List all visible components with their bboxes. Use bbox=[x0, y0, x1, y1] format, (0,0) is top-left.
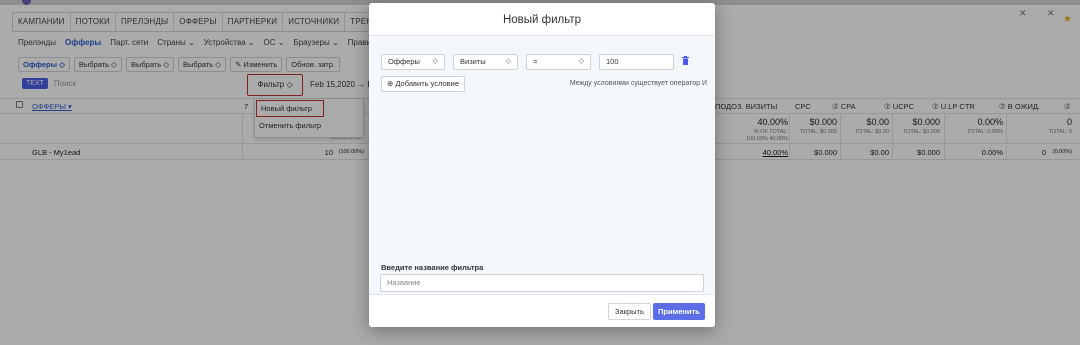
condition-row: Офферы ◇ Визиты ◇ = ◇ 100 bbox=[381, 54, 689, 70]
apply-button[interactable]: Применить bbox=[653, 303, 705, 320]
filter-name-label: Введите название фильтра bbox=[381, 263, 484, 272]
modal-title: Новый фильтр bbox=[369, 3, 715, 36]
metric-select[interactable]: Визиты ◇ bbox=[453, 54, 518, 70]
entity-select[interactable]: Офферы ◇ bbox=[381, 54, 445, 70]
select-caret-icon: ◇ bbox=[505, 58, 511, 65]
add-condition-label: Добавить условие bbox=[395, 79, 460, 88]
new-filter-modal: Новый фильтр Офферы ◇ Визиты ◇ = ◇ 100 ⊕… bbox=[369, 3, 715, 327]
operator-hint: Между условиями существует оператор И bbox=[569, 80, 707, 87]
modal-footer: Закрыть Применить bbox=[369, 294, 715, 327]
operator-select-value: = bbox=[533, 57, 538, 66]
filter-name-input[interactable]: Название bbox=[380, 274, 704, 292]
entity-select-value: Офферы bbox=[388, 57, 420, 66]
close-button[interactable]: Закрыть bbox=[608, 303, 651, 320]
modal-body: Офферы ◇ Визиты ◇ = ◇ 100 ⊕ Добавить усл… bbox=[369, 36, 715, 294]
value-input[interactable]: 100 bbox=[599, 54, 674, 70]
metric-select-value: Визиты bbox=[460, 57, 486, 66]
select-caret-icon: ◇ bbox=[432, 58, 438, 65]
trash-icon[interactable] bbox=[682, 54, 689, 70]
operator-select[interactable]: = ◇ bbox=[526, 54, 591, 70]
add-condition-button[interactable]: ⊕ Добавить условие bbox=[381, 76, 466, 92]
select-caret-icon: ◇ bbox=[578, 58, 584, 65]
plus-circle-icon: ⊕ bbox=[387, 79, 394, 88]
